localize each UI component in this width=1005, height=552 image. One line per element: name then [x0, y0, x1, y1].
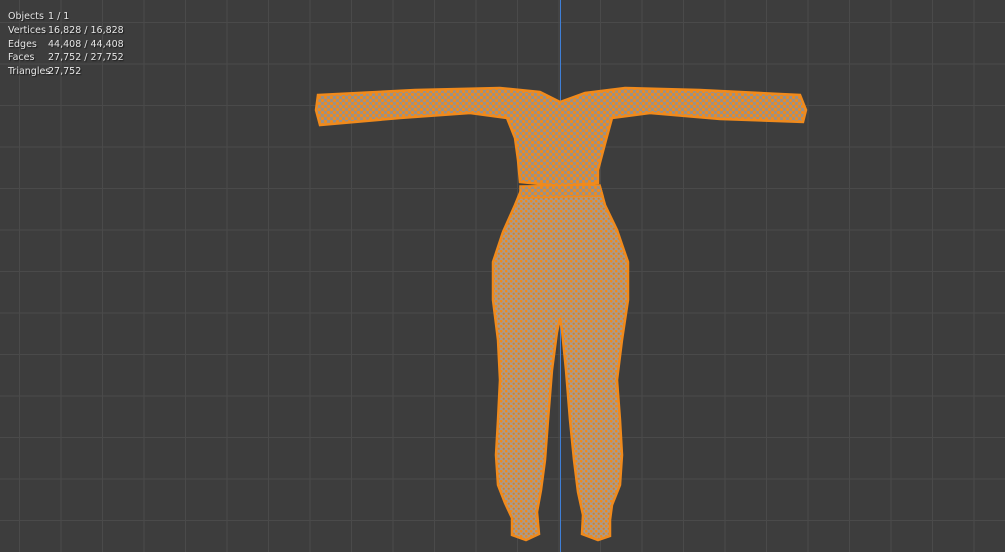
stat-label: Faces	[8, 52, 35, 64]
stat-label: Triangles	[8, 66, 51, 78]
stat-label: Vertices	[8, 24, 46, 36]
stat-edges: Edges 44,408 / 44,408	[8, 38, 124, 52]
stat-label: Objects	[8, 11, 44, 22]
stat-vertices: Vertices 16,828 / 16,828	[8, 24, 124, 38]
mesh-object[interactable]	[0, 0, 1005, 552]
stat-value: 27,752 / 27,752	[48, 52, 124, 64]
stat-faces: Faces 27,752 / 27,752	[8, 51, 124, 65]
stat-triangles: Triangles 27,752	[8, 65, 124, 79]
stat-objects: Objects 1 / 1	[8, 10, 124, 24]
stat-value: 27,752	[48, 66, 82, 78]
stat-value: 44,408 / 44,408	[48, 38, 124, 50]
stat-label: Edges	[8, 38, 37, 50]
stat-value: 16,828 / 16,828	[48, 24, 124, 36]
stat-value: 1 / 1	[48, 11, 70, 22]
statistics-overlay: Objects 1 / 1 Vertices 16,828 / 16,828 E…	[8, 10, 124, 79]
crop-top-mesh[interactable]	[314, 86, 808, 188]
waistband-mesh[interactable]	[519, 184, 604, 199]
3d-viewport[interactable]: Objects 1 / 1 Vertices 16,828 / 16,828 E…	[0, 0, 1005, 552]
